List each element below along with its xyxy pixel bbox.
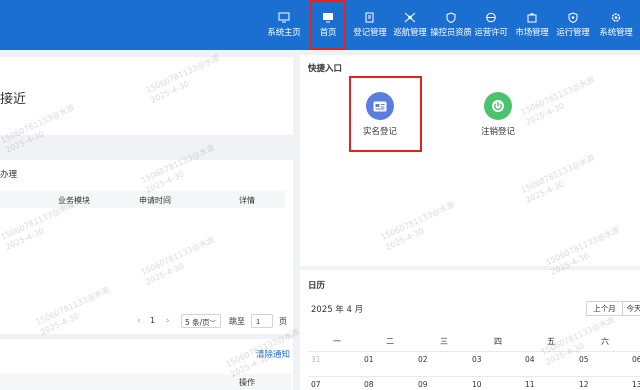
calendar-row-divider (308, 351, 640, 352)
welcome-text: 接近 (0, 92, 27, 107)
calendar-row-divider (308, 376, 640, 377)
bag-icon (527, 13, 537, 23)
calendar-day[interactable]: 12 (579, 380, 589, 389)
calendar-title: 日历 (308, 281, 326, 291)
weekday-label: 三 (440, 337, 448, 346)
nav-item-home[interactable]: 首页 (310, 0, 346, 50)
goto-page-input[interactable] (251, 314, 273, 328)
pager-page-1[interactable]: 1 (150, 316, 155, 325)
drone-icon (404, 12, 416, 23)
nav-label: 系统管理 (599, 28, 633, 38)
calendar-day[interactable]: 02 (418, 355, 428, 364)
nav-item-registration[interactable]: 登记管理 (351, 0, 389, 50)
col-detail: 详情 (239, 196, 255, 205)
notice-table-header: 操作 (0, 374, 292, 390)
weekday-label: 二 (386, 337, 394, 346)
quick-cancel-registration[interactable]: 注销登记 (480, 92, 516, 137)
doc-edit-icon (365, 12, 374, 23)
nav-label: 操控员资质 (430, 28, 472, 38)
nav-label: 首页 (319, 28, 337, 38)
gear-shield-icon (568, 12, 578, 23)
calendar-day[interactable]: 11 (525, 380, 535, 389)
page-size-value: 5 条/页 (185, 318, 210, 327)
calendar-month: 2025 年 4 月 (311, 305, 364, 315)
nav-item-system-admin[interactable]: 系统管理 (597, 0, 635, 50)
nav-item-market[interactable]: 市场管理 (514, 0, 550, 50)
weekday-label: 五 (547, 337, 555, 346)
nav-label: 运营许可 (474, 28, 508, 38)
weekday-label: 六 (601, 337, 609, 346)
calendar-panel (300, 270, 640, 390)
pager-next-button[interactable]: › (166, 316, 170, 326)
col-apply-time: 申请时间 (139, 196, 171, 205)
nav-item-patrol[interactable]: 巡航管理 (392, 0, 428, 50)
page-size-select[interactable]: 5 条/页﹀ (181, 314, 221, 328)
highlight-box (349, 76, 422, 152)
nav-label: 巡航管理 (393, 28, 427, 38)
calendar-day[interactable]: 01 (364, 355, 374, 364)
todo-table-header: 业务模块 申请时间 详情 (0, 191, 285, 208)
nav-label: 市场管理 (515, 28, 549, 38)
globe-icon (486, 12, 496, 23)
page-suffix: 页 (279, 317, 287, 326)
quick-label: 注销登记 (480, 127, 515, 137)
calendar-day[interactable]: 03 (472, 355, 482, 364)
todo-panel (0, 160, 293, 334)
monitor-icon (278, 12, 290, 23)
col-operation: 操作 (239, 378, 255, 387)
pager-prev-button[interactable]: ‹ (137, 316, 141, 326)
col-module: 业务模块 (58, 196, 90, 205)
cog-icon (611, 13, 621, 22)
chevron-down-icon: ﹀ (209, 320, 216, 327)
calendar-day[interactable]: 08 (364, 380, 374, 389)
screen-icon (323, 13, 333, 23)
quick-icon-circle (484, 92, 512, 120)
shield-icon (446, 12, 456, 23)
calendar-day[interactable]: 09 (418, 380, 428, 389)
prev-month-button[interactable]: 上个月 (586, 301, 623, 316)
calendar-day[interactable]: 13 (632, 380, 640, 389)
nav-item-operating-license[interactable]: 运营许可 (473, 0, 509, 50)
power-icon (492, 100, 504, 112)
calendar-day[interactable]: 06 (632, 355, 640, 364)
nav-item-operation[interactable]: 运行管理 (555, 0, 591, 50)
calendar-day[interactable]: 31 (311, 355, 321, 364)
calendar-day[interactable]: 07 (311, 380, 321, 389)
weekday-label: 四 (494, 337, 502, 346)
todo-title: 办理 (0, 170, 18, 180)
calendar-day[interactable]: 05 (579, 355, 589, 364)
nav-label: 登记管理 (353, 28, 387, 38)
today-button[interactable]: 今天 (622, 301, 640, 316)
welcome-panel (0, 57, 293, 135)
nav-item-operator-qual[interactable]: 操控员资质 (430, 0, 472, 50)
weekday-label: 一 (333, 337, 341, 346)
goto-label: 跳至 (229, 317, 245, 326)
quick-entry-title: 快捷入口 (308, 64, 343, 74)
calendar-day[interactable]: 10 (472, 380, 482, 389)
clear-notices-link[interactable]: 清除通知 (256, 348, 290, 360)
calendar-day[interactable]: 04 (525, 355, 535, 364)
nav-label: 运行管理 (556, 28, 590, 38)
top-nav-bar: 系统主页 首页 登记管理 巡航管理 操控员资质 运营许可 市场管理 运行管理 系… (0, 0, 640, 50)
nav-item-system-home[interactable]: 系统主页 (264, 0, 304, 50)
nav-label: 系统主页 (267, 28, 301, 38)
